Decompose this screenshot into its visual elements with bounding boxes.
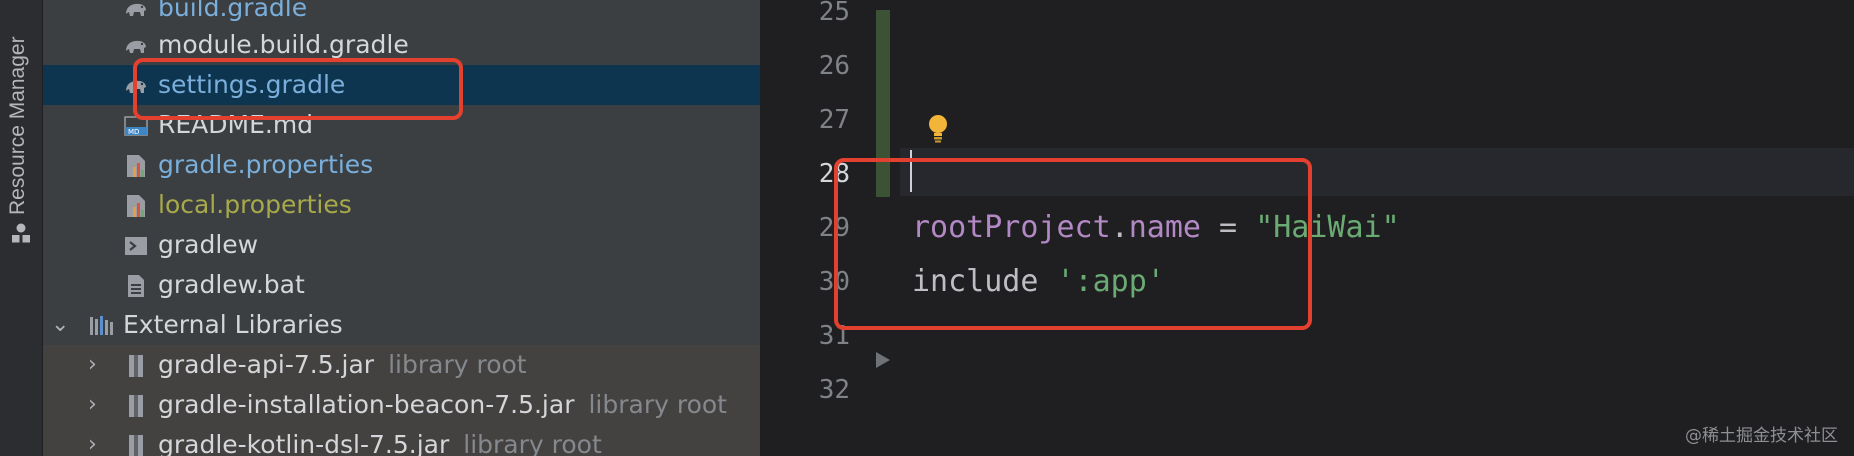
tree-item-label: gradlew.bat	[158, 270, 305, 299]
fold-arrow-icon[interactable]	[874, 350, 892, 370]
tree-item-gradle-api-jar[interactable]: › gradle-api-7.5.jar library root	[43, 345, 760, 385]
tree-item-label: build.gradle	[158, 0, 308, 22]
tree-item-label: gradle-api-7.5.jar	[158, 350, 375, 379]
side-tool-strip: Resource Manager	[0, 0, 43, 456]
jar-icon	[129, 395, 143, 417]
tree-item-local-properties[interactable]: local.properties	[43, 185, 760, 225]
properties-file-icon	[127, 195, 145, 217]
jar-icon	[129, 355, 143, 377]
library-root-label: library root	[388, 350, 527, 379]
project-tree-panel: build.gradle module.build.gradle setting…	[43, 0, 760, 456]
tree-item-gradlew[interactable]: gradlew	[43, 225, 760, 265]
tree-item-label: local.properties	[158, 190, 352, 219]
tree-item-label: gradle-kotlin-dsl-7.5.jar	[158, 430, 450, 456]
lightbulb-icon[interactable]	[925, 112, 951, 144]
tree-item-build-gradle[interactable]: build.gradle	[43, 0, 760, 28]
tree-item-gradle-installation-beacon-jar[interactable]: › gradle-installation-beacon-7.5.jar libr…	[43, 385, 760, 425]
libraries-icon	[90, 316, 113, 335]
annotation-highlight-box	[834, 158, 1312, 330]
resource-manager-tab[interactable]: Resource Manager	[6, 15, 30, 215]
tree-item-label: gradlew	[158, 230, 259, 259]
chevron-down-icon[interactable]: ⌄	[51, 305, 71, 345]
line-number: 26	[818, 51, 850, 81]
terminal-file-icon	[125, 237, 147, 255]
tree-item-gradlew-bat[interactable]: gradlew.bat	[43, 265, 760, 305]
tree-item-label: gradle.properties	[158, 150, 374, 179]
tree-item-gradle-kotlin-dsl-jar[interactable]: › gradle-kotlin-dsl-7.5.jar library root	[43, 425, 760, 456]
chevron-right-icon[interactable]: ›	[88, 425, 108, 456]
chevron-right-icon[interactable]: ›	[88, 345, 108, 385]
chevron-right-icon[interactable]: ›	[88, 385, 108, 425]
watermark: @稀土掘金技术社区	[1685, 426, 1838, 446]
line-number: 27	[818, 105, 850, 135]
tree-item-label: gradle-installation-beacon-7.5.jar	[158, 390, 575, 419]
svg-text:MD: MD	[128, 128, 139, 136]
properties-file-icon	[127, 155, 145, 177]
tree-item-external-libraries[interactable]: ⌄ External Libraries	[43, 305, 760, 345]
text-file-icon	[128, 275, 144, 297]
line-number: 25	[818, 0, 850, 27]
jar-icon	[129, 435, 143, 456]
gradle-elephant-icon	[126, 40, 146, 53]
tree-item-gradle-properties[interactable]: gradle.properties	[43, 145, 760, 185]
library-root-label: library root	[588, 390, 727, 419]
annotation-highlight-box	[133, 58, 463, 120]
resource-manager-icon[interactable]	[10, 222, 32, 248]
code-editor[interactable]: 25 26 27 28 29 30 31 32 rootProject.name…	[760, 0, 1854, 456]
library-root-label: library root	[463, 430, 602, 456]
line-number: 32	[818, 375, 850, 405]
tree-item-label: External Libraries	[123, 310, 343, 339]
gradle-elephant-icon	[126, 3, 146, 16]
